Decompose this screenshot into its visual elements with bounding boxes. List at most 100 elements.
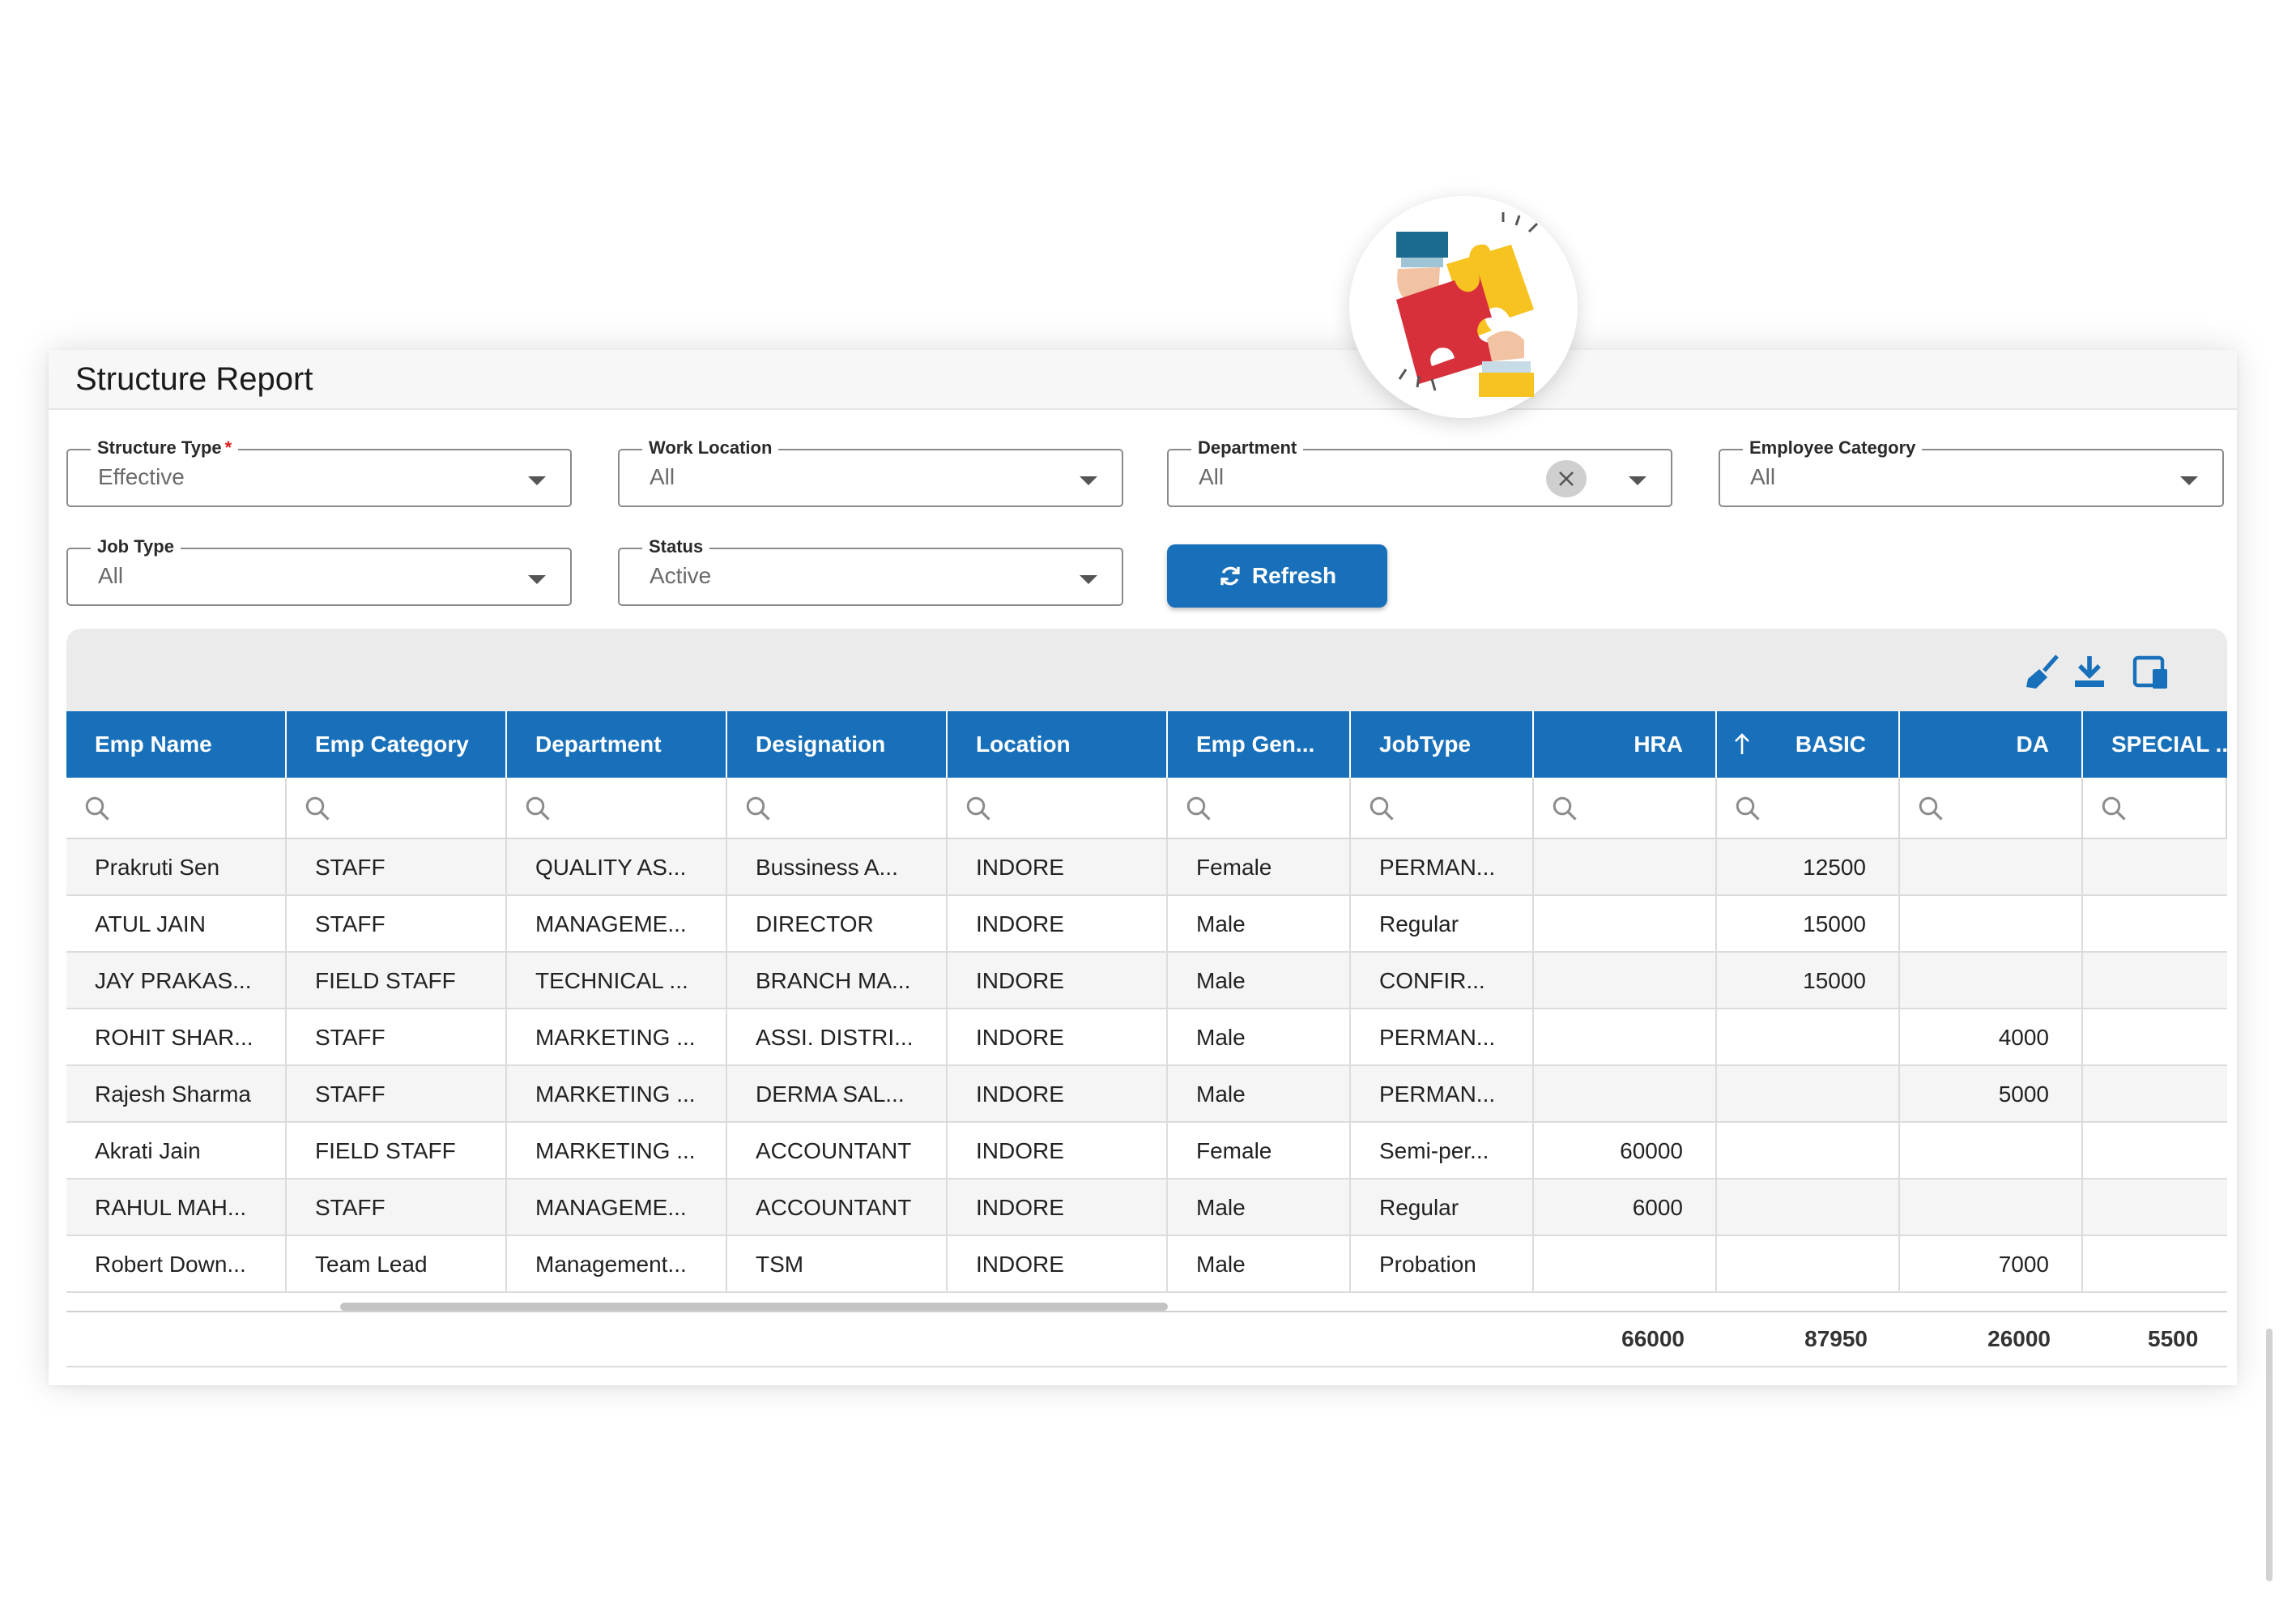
- filter-cell-designation[interactable]: [727, 778, 948, 838]
- cell-department: MANAGEME...: [507, 896, 727, 953]
- cell-department: MARKETING ...: [507, 1009, 727, 1066]
- column-header-da[interactable]: DA: [1900, 711, 2083, 778]
- column-header-jobtype[interactable]: JobType: [1351, 711, 1534, 778]
- search-icon[interactable]: [523, 794, 552, 823]
- cell-emp-gender: Male: [1168, 1236, 1351, 1293]
- cell-hra: 6000: [1534, 1179, 1717, 1236]
- cell-location: INDORE: [948, 1236, 1168, 1293]
- chevron-down-icon[interactable]: [1629, 476, 1646, 485]
- column-header-emp-category[interactable]: Emp Category: [287, 711, 507, 778]
- filter-cell-emp-gender[interactable]: [1168, 778, 1351, 838]
- chevron-down-icon[interactable]: [528, 476, 546, 485]
- table-row[interactable]: ROHIT SHAR... STAFF MARKETING ... ASSI. DIS…: [66, 1009, 2227, 1066]
- table-row[interactable]: Robert Down... Team Lead Management... TSM I…: [66, 1236, 2227, 1293]
- cell-jobtype: Regular: [1351, 1179, 1534, 1236]
- cell-emp-name: Prakruti Sen: [66, 839, 287, 896]
- filter-cell-special[interactable]: [2083, 778, 2227, 838]
- search-icon[interactable]: [1367, 794, 1396, 823]
- table-row[interactable]: JAY PRAKAS... FIELD STAFF TECHNICAL ... BRA…: [66, 953, 2227, 1009]
- column-header-department[interactable]: Department: [507, 711, 727, 778]
- status-select[interactable]: Status Active: [618, 536, 1123, 606]
- table-row[interactable]: Rajesh Sharma STAFF MARKETING ... DERMA SAL…: [66, 1066, 2227, 1123]
- filter-cell-basic[interactable]: [1717, 778, 1900, 838]
- cell-emp-category: STAFF: [287, 896, 507, 953]
- cell-designation: ACCOUNTANT: [727, 1179, 948, 1236]
- card-header: Structure Report: [49, 350, 2237, 410]
- employee-category-select[interactable]: Employee Category All: [1719, 437, 2224, 507]
- search-icon[interactable]: [964, 794, 993, 823]
- table-row[interactable]: Prakruti Sen STAFF QUALITY AS... Bussiness …: [66, 839, 2227, 896]
- vertical-scrollbar[interactable]: [2266, 1329, 2273, 1581]
- cell-department: MANAGEME...: [507, 1179, 727, 1236]
- chevron-down-icon[interactable]: [528, 575, 546, 584]
- search-icon[interactable]: [1184, 794, 1213, 823]
- cell-special: [2083, 896, 2227, 953]
- search-icon[interactable]: [1916, 794, 1945, 823]
- search-icon[interactable]: [1733, 794, 1762, 823]
- filter-cell-jobtype[interactable]: [1351, 778, 1534, 838]
- search-icon[interactable]: [2099, 794, 2128, 823]
- column-header-basic[interactable]: BASIC: [1717, 711, 1900, 778]
- table-row[interactable]: Akrati Jain FIELD STAFF MARKETING ... ACCOU…: [66, 1123, 2227, 1179]
- broom-icon[interactable]: [2023, 653, 2062, 692]
- total-da: 26000: [1987, 1326, 2051, 1351]
- grid-totals-row: 66000 87950 26000 5500: [66, 1311, 2227, 1367]
- column-header-emp-gender[interactable]: Emp Gen...: [1168, 711, 1351, 778]
- work-location-label: Work Location: [642, 437, 779, 459]
- status-value: Active: [650, 563, 712, 588]
- cell-special: [2083, 1066, 2227, 1123]
- column-header-hra[interactable]: HRA: [1534, 711, 1717, 778]
- total-hra: 66000: [1621, 1326, 1685, 1351]
- filter-cell-location[interactable]: [948, 778, 1168, 838]
- cell-emp-name: Rajesh Sharma: [66, 1066, 287, 1123]
- search-icon[interactable]: [83, 794, 112, 823]
- column-header-special[interactable]: SPECIAL ...: [2083, 711, 2227, 778]
- work-location-value: All: [650, 464, 675, 489]
- cell-emp-name: ROHIT SHAR...: [66, 1009, 287, 1066]
- cell-jobtype: CONFIR...: [1351, 953, 1534, 1009]
- filter-cell-department[interactable]: [507, 778, 727, 838]
- column-header-emp-name[interactable]: Emp Name: [66, 711, 287, 778]
- cell-jobtype: PERMAN...: [1351, 839, 1534, 896]
- cell-emp-category: STAFF: [287, 1009, 507, 1066]
- structure-type-select[interactable]: Structure Type * Effective: [66, 437, 572, 507]
- clear-icon[interactable]: [1546, 460, 1587, 497]
- cell-emp-name: Robert Down...: [66, 1236, 287, 1293]
- cell-location: INDORE: [948, 953, 1168, 1009]
- cell-hra: [1534, 1009, 1717, 1066]
- job-type-select[interactable]: Job Type All: [66, 536, 572, 606]
- department-select[interactable]: Department All: [1167, 437, 1672, 507]
- cell-department: MARKETING ...: [507, 1066, 727, 1123]
- cell-da: [1900, 1123, 2083, 1179]
- column-header-designation[interactable]: Designation: [727, 711, 948, 778]
- cell-basic: [1717, 1009, 1900, 1066]
- search-icon[interactable]: [743, 794, 773, 823]
- cell-location: INDORE: [948, 1179, 1168, 1236]
- job-type-value: All: [98, 563, 124, 588]
- chevron-down-icon[interactable]: [2180, 476, 2198, 485]
- chevron-down-icon[interactable]: [1080, 476, 1097, 485]
- refresh-button[interactable]: Refresh: [1167, 544, 1387, 608]
- horizontal-scrollbar[interactable]: [340, 1303, 1168, 1311]
- column-header-location[interactable]: Location: [948, 711, 1168, 778]
- filter-cell-hra[interactable]: [1534, 778, 1717, 838]
- filter-cell-emp-category[interactable]: [287, 778, 507, 838]
- grid-header-row: Emp Name Emp Category Department Designa…: [66, 711, 2227, 778]
- chevron-down-icon[interactable]: [1080, 575, 1097, 584]
- search-icon[interactable]: [1550, 794, 1579, 823]
- sort-ascending-icon[interactable]: [1733, 733, 1751, 756]
- column-chooser-icon[interactable]: [2132, 653, 2170, 692]
- cell-da: 4000: [1900, 1009, 2083, 1066]
- table-row[interactable]: ATUL JAIN STAFF MANAGEME... DIRECTOR INDORE M…: [66, 896, 2227, 953]
- structure-type-label: Structure Type *: [91, 437, 239, 459]
- table-row[interactable]: RAHUL MAH... STAFF MANAGEME... ACCOUNTANT IN…: [66, 1179, 2227, 1236]
- filter-cell-emp-name[interactable]: [66, 778, 287, 838]
- search-icon[interactable]: [303, 794, 332, 823]
- puzzle-badge: [1349, 196, 1578, 418]
- cell-department: TECHNICAL ...: [507, 953, 727, 1009]
- work-location-select[interactable]: Work Location All: [618, 437, 1123, 507]
- download-icon[interactable]: [2070, 653, 2109, 692]
- filter-cell-da[interactable]: [1900, 778, 2083, 838]
- cell-designation: DIRECTOR: [727, 896, 948, 953]
- cell-emp-category: STAFF: [287, 1179, 507, 1236]
